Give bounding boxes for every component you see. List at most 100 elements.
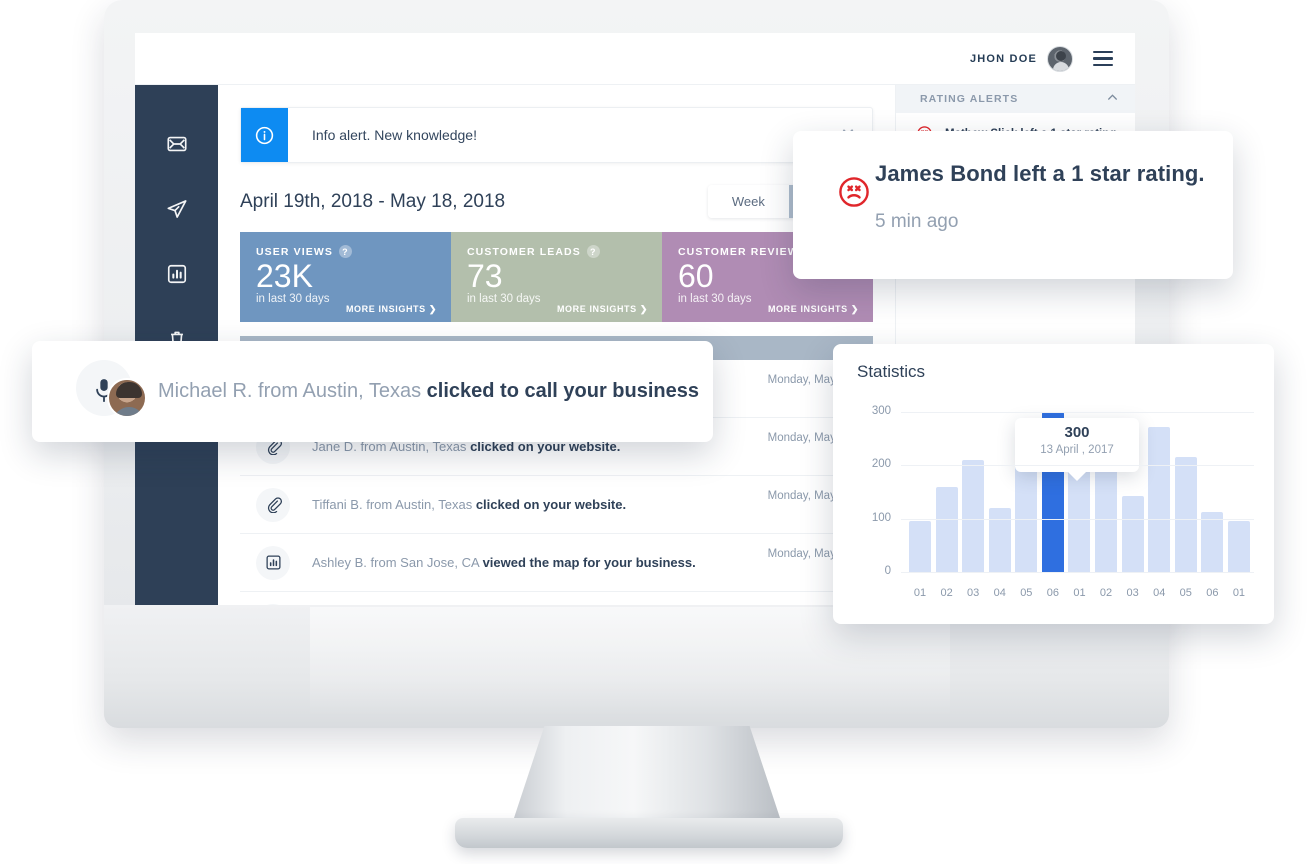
chart-bar-column[interactable] xyxy=(1148,427,1171,572)
stat-card-user-views[interactable]: USER VIEWS ? 23K in last 30 days MORE IN… xyxy=(240,232,451,322)
chart-bar-column[interactable] xyxy=(1015,457,1038,572)
sidebar-item-mail[interactable] xyxy=(166,133,188,155)
chart-x-tick: 05 xyxy=(1020,587,1033,599)
voice-toast-location: Austin, Texas xyxy=(302,380,422,402)
chart-gridline xyxy=(901,412,1254,413)
chart-x-tick: 01 xyxy=(1073,587,1086,599)
chart-x-tick: 03 xyxy=(967,587,980,599)
avatar[interactable] xyxy=(1047,45,1073,72)
tab-week[interactable]: Week xyxy=(707,185,789,218)
activity-location: Austin, Texas xyxy=(395,497,473,512)
stat-card-value: 23K xyxy=(256,258,313,294)
pencil-icon xyxy=(256,603,290,605)
more-insights-label: MORE INSIGHTS xyxy=(345,304,426,314)
hamburger-bar xyxy=(1093,63,1113,67)
chevron-up-icon[interactable] xyxy=(1106,91,1119,107)
activity-from: from xyxy=(366,497,393,512)
chart-bar[interactable] xyxy=(1015,457,1038,572)
chart-bar[interactable] xyxy=(1227,521,1250,572)
chart-bar-column[interactable] xyxy=(1174,457,1197,572)
chart-bar[interactable] xyxy=(1201,512,1224,572)
chart-x-tick: 04 xyxy=(1153,587,1166,599)
user-name-label: JHON DOE xyxy=(969,52,1037,65)
chart-y-tick: 0 xyxy=(884,565,891,577)
more-insights-link[interactable]: MORE INSIGHTS ❯ xyxy=(768,304,859,315)
info-alert: Info alert. New knowledge! ✕ xyxy=(240,107,873,163)
activity-text: Ashley B. from San Jose, CA viewed the m… xyxy=(290,555,735,570)
hamburger-icon[interactable] xyxy=(1093,50,1113,67)
chart-tooltip-date: 13 April , 2017 xyxy=(1040,444,1114,456)
chart-bar[interactable] xyxy=(962,460,985,572)
stat-card-customer-leads[interactable]: CUSTOMER LEADS ? 73 in last 30 days MORE… xyxy=(451,232,662,322)
chart-x-axis: 01 02 03 04 05 06 01 02 03 04 05 06 01 xyxy=(909,587,1250,599)
chart-bar-column[interactable] xyxy=(1227,521,1250,572)
activity-action: clicked on your website. xyxy=(475,497,627,512)
avatar xyxy=(107,377,147,418)
voice-call-toast[interactable]: Michael R. from Austin, Texas clicked to… xyxy=(32,341,713,442)
hamburger-bar xyxy=(1093,57,1113,60)
bar-chart: 01 02 03 04 05 06 01 02 03 04 05 06 01 300 13 April … xyxy=(857,396,1254,601)
chart-y-tick: 300 xyxy=(871,405,891,417)
help-icon[interactable]: ? xyxy=(338,245,352,258)
chart-x-tick: 02 xyxy=(940,587,953,599)
chart-bar[interactable] xyxy=(1121,496,1144,572)
rating-alerts-title: RATING ALERTS xyxy=(920,93,1019,105)
page-title: April 19th, 2018 - May 18, 2018 xyxy=(240,190,506,212)
more-insights-label: MORE INSIGHTS xyxy=(556,304,637,314)
chart-bar-column[interactable] xyxy=(1121,496,1144,572)
chart-bar-column[interactable] xyxy=(988,508,1011,572)
table-row[interactable]: Tiffani B. from Austin, Texas clicked on… xyxy=(240,476,873,534)
chart-bar-column[interactable] xyxy=(909,521,931,572)
paperclip-icon xyxy=(256,487,290,522)
top-bar: JHON DOE xyxy=(135,33,1135,85)
statistics-card: Statistics 01 02 03 04 05 06 01 02 03 04 05 06 01 30… xyxy=(833,344,1274,624)
chart-bar-column[interactable] xyxy=(962,460,985,572)
chart-bar-column[interactable] xyxy=(935,487,958,572)
chart-x-tick: 01 xyxy=(1232,587,1246,599)
table-row[interactable]: Ashley B. from San Jose, CA viewed the m… xyxy=(240,534,873,592)
activity-from: from xyxy=(370,555,397,570)
chart-x-tick: 04 xyxy=(993,587,1006,599)
chart-tooltip: 300 13 April , 2017 xyxy=(1015,418,1139,481)
sad-face-icon xyxy=(837,175,871,209)
stat-card-label: USER VIEWS ? xyxy=(256,245,435,258)
rating-alert-toast[interactable]: James Bond left a 1 star rating. 5 min a… xyxy=(793,131,1233,279)
chart-x-tick: 03 xyxy=(1126,587,1139,599)
voice-toast-who: Michael R. xyxy=(158,380,253,402)
stat-card-label-text: USER VIEWS xyxy=(256,245,333,258)
chart-bar[interactable] xyxy=(988,508,1011,572)
chart-x-tick: 06 xyxy=(1046,587,1060,599)
chart-bar[interactable] xyxy=(1148,427,1171,572)
voice-toast-from: from xyxy=(258,380,299,402)
chart-x-tick: 06 xyxy=(1206,587,1219,599)
sidebar-item-analytics[interactable] xyxy=(166,263,188,285)
sidebar-item-send[interactable] xyxy=(166,198,188,220)
chart-bar[interactable] xyxy=(935,487,958,572)
chart-title: Statistics xyxy=(857,362,926,381)
stat-card-label-text: CUSTOMER REVIEWS xyxy=(678,245,807,258)
help-icon[interactable]: ? xyxy=(586,245,600,258)
rating-alert-toast-message: James Bond left a 1 star rating. xyxy=(875,161,1205,186)
more-insights-link[interactable]: MORE INSIGHTS ❯ xyxy=(557,304,648,315)
chart-bar[interactable] xyxy=(1174,457,1197,572)
stat-card-value: 73 xyxy=(467,258,503,294)
activity-who: Tiffani B. xyxy=(312,497,363,512)
activity-text: Tiffani B. from Austin, Texas clicked on… xyxy=(290,497,735,512)
chart-bar[interactable] xyxy=(909,521,931,572)
date-range-row: April 19th, 2018 - May 18, 2018 Week Mon… xyxy=(240,185,873,218)
chart-gridline xyxy=(901,518,1254,520)
chart-tooltip-value: 300 xyxy=(1064,424,1090,441)
monitor-stand-base xyxy=(455,818,843,848)
chart-y-tick: 100 xyxy=(871,511,891,524)
stat-card-label: CUSTOMER LEADS ? xyxy=(467,245,646,258)
voice-toast-text: Michael R. from Austin, Texas clicked to… xyxy=(150,380,699,403)
rating-alerts-header[interactable]: RATING ALERTS xyxy=(896,85,1135,113)
activity-action: viewed the map for your business. xyxy=(482,555,696,570)
chart-gridline xyxy=(901,572,1254,573)
rating-alert-toast-time: 5 min ago xyxy=(875,211,959,232)
stat-card-label-text: CUSTOMER LEADS xyxy=(467,245,581,258)
more-insights-label: MORE INSIGHTS xyxy=(767,304,848,314)
more-insights-link[interactable]: MORE INSIGHTS ❯ xyxy=(346,304,437,315)
table-row[interactable]: Mikkey M. from San Francisco clicked on … xyxy=(240,592,873,605)
chart-bar-column[interactable] xyxy=(1201,512,1224,572)
